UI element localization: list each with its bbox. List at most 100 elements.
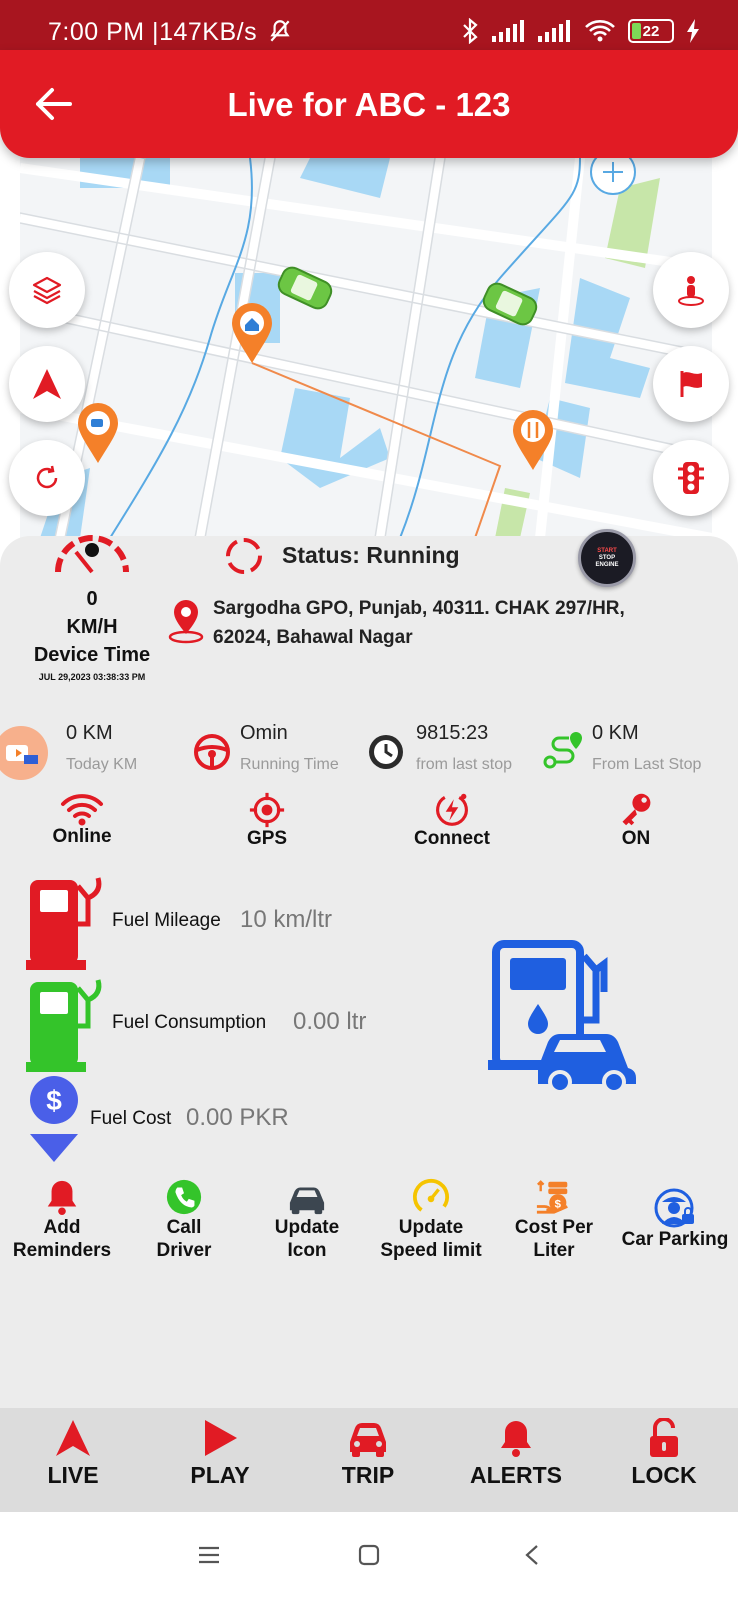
stat-value: 0 KM bbox=[66, 722, 113, 744]
navigation-arrow-icon bbox=[56, 1420, 90, 1456]
menu-icon[interactable] bbox=[198, 1546, 220, 1564]
call-driver-button[interactable]: Call Driver bbox=[124, 1178, 244, 1262]
play-icon bbox=[205, 1420, 237, 1456]
fuel-cost-icon: $ bbox=[30, 1076, 78, 1162]
person-location-button[interactable] bbox=[653, 252, 729, 328]
parking-attendant-icon bbox=[654, 1188, 694, 1228]
fuel-station-car-icon bbox=[488, 940, 636, 1092]
fuel-cost-label: Fuel Cost bbox=[90, 1108, 172, 1129]
traffic-button[interactable] bbox=[653, 440, 729, 516]
stat-label: from last stop bbox=[416, 756, 513, 773]
battery-icon: 22 bbox=[628, 19, 674, 43]
nav-lock[interactable]: LOCK bbox=[604, 1418, 724, 1489]
map-canvas bbox=[20, 158, 712, 538]
phone-icon bbox=[166, 1179, 202, 1215]
app-header: Live for ABC - 123 bbox=[0, 50, 738, 158]
clock-icon bbox=[369, 735, 403, 769]
engine-btn-line: STOP bbox=[598, 554, 616, 561]
back-chevron-icon[interactable] bbox=[524, 1544, 540, 1566]
battery-level: 22 bbox=[642, 22, 660, 40]
signal-icon bbox=[538, 20, 570, 42]
action-label: Add bbox=[43, 1217, 81, 1238]
traffic-light-icon bbox=[678, 462, 704, 494]
update-icon-button[interactable]: Update Icon bbox=[246, 1178, 368, 1262]
clock-text: 7:00 PM bbox=[48, 18, 145, 46]
route-icon bbox=[543, 732, 582, 769]
stat-value: 9815:23 bbox=[416, 722, 489, 744]
add-reminders-button[interactable]: Add Reminders bbox=[0, 1178, 124, 1262]
action-label: Update bbox=[398, 1217, 464, 1238]
bell-icon bbox=[501, 1421, 531, 1457]
coins-icon: $ bbox=[536, 1180, 568, 1214]
wifi-icon bbox=[585, 20, 615, 42]
fuel-mileage-label: Fuel Mileage bbox=[112, 910, 221, 931]
stat-value: Omin bbox=[240, 722, 288, 744]
car-icon bbox=[289, 1187, 325, 1215]
refresh-icon bbox=[36, 465, 58, 489]
home-square-icon[interactable] bbox=[358, 1544, 380, 1566]
address-line: 62024, Bahawal Nagar bbox=[213, 627, 413, 648]
bluetooth-icon bbox=[463, 18, 478, 44]
state-label: ON bbox=[621, 828, 651, 849]
state-label: Online bbox=[52, 826, 112, 847]
speed-value: 0 bbox=[86, 588, 98, 610]
action-label: Call bbox=[166, 1217, 202, 1238]
speedometer-icon bbox=[412, 1178, 450, 1216]
map-view[interactable] bbox=[20, 158, 712, 538]
status-spinner-icon bbox=[226, 538, 262, 574]
flag-button[interactable] bbox=[653, 346, 729, 422]
layers-button[interactable] bbox=[9, 252, 85, 328]
mute-bell-icon bbox=[269, 20, 290, 42]
stat-running-time: Omin Running Time bbox=[192, 722, 372, 782]
state-label: GPS bbox=[246, 828, 288, 849]
navigate-button[interactable] bbox=[9, 346, 85, 422]
stat-from-last-stop-time: 9815:23 from last stop bbox=[366, 722, 546, 782]
network-speed: 147KB/s bbox=[159, 18, 258, 46]
action-label: Reminders bbox=[12, 1240, 112, 1261]
refresh-button[interactable] bbox=[9, 440, 85, 516]
fuel-mileage-value: 10 km/ltr bbox=[240, 906, 333, 933]
speed-unit: KM/H bbox=[66, 616, 118, 638]
stat-label: From Last Stop bbox=[592, 756, 702, 773]
car-icon bbox=[350, 1423, 386, 1457]
system-navigation-bar bbox=[0, 1512, 738, 1600]
location-pin-icon bbox=[168, 600, 204, 644]
nav-label: LIVE bbox=[47, 1462, 99, 1488]
car-parking-button[interactable]: Car Parking bbox=[612, 1188, 738, 1251]
steering-wheel-icon bbox=[194, 734, 230, 770]
stat-today-km: 0 KM Today KM bbox=[0, 722, 180, 782]
signal-icon bbox=[492, 20, 524, 42]
flag-icon bbox=[680, 371, 702, 397]
action-label: Speed limit bbox=[380, 1240, 482, 1261]
state-gps: GPS bbox=[207, 792, 327, 850]
cafe-marker-icon[interactable] bbox=[78, 403, 118, 463]
cost-per-liter-button[interactable]: $ Cost Per Liter bbox=[494, 1178, 614, 1262]
key-icon bbox=[622, 793, 651, 826]
fuel-consumption-label: Fuel Consumption bbox=[112, 1012, 267, 1033]
device-time: JUL 29,2023 03:38:33 PM bbox=[38, 672, 146, 682]
person-location-icon bbox=[678, 276, 704, 306]
nav-trip[interactable]: TRIP bbox=[308, 1418, 428, 1489]
nav-play[interactable]: PLAY bbox=[160, 1418, 280, 1489]
state-online: Online bbox=[22, 792, 142, 848]
wifi-icon bbox=[61, 794, 103, 826]
layers-icon bbox=[32, 276, 62, 305]
gps-target-icon bbox=[249, 792, 285, 828]
engine-btn-line: START bbox=[597, 547, 617, 554]
engine-start-stop-button[interactable]: START STOP ENGINE bbox=[578, 529, 636, 587]
fuel-pump-red-icon bbox=[26, 877, 102, 970]
engine-btn-line: ENGINE bbox=[595, 561, 619, 568]
update-speed-limit-button[interactable]: Update Speed limit bbox=[366, 1178, 496, 1262]
fuel-pump-green-icon bbox=[26, 979, 102, 1072]
vehicle-info-panel: 0 KM/H Device Time JUL 29,2023 03:38:33 … bbox=[0, 529, 738, 1408]
stat-from-last-stop-km: 0 KM From Last Stop bbox=[542, 722, 732, 782]
state-connect: Connect bbox=[392, 792, 512, 850]
nav-label: PLAY bbox=[190, 1462, 250, 1488]
unlock-icon bbox=[650, 1418, 678, 1457]
nav-label: LOCK bbox=[631, 1462, 697, 1488]
nav-alerts[interactable]: ALERTS bbox=[456, 1418, 576, 1489]
nav-label: TRIP bbox=[341, 1462, 395, 1488]
zoom-in-icon[interactable] bbox=[590, 158, 636, 195]
power-bolt-icon bbox=[436, 793, 468, 826]
nav-live[interactable]: LIVE bbox=[13, 1418, 133, 1489]
